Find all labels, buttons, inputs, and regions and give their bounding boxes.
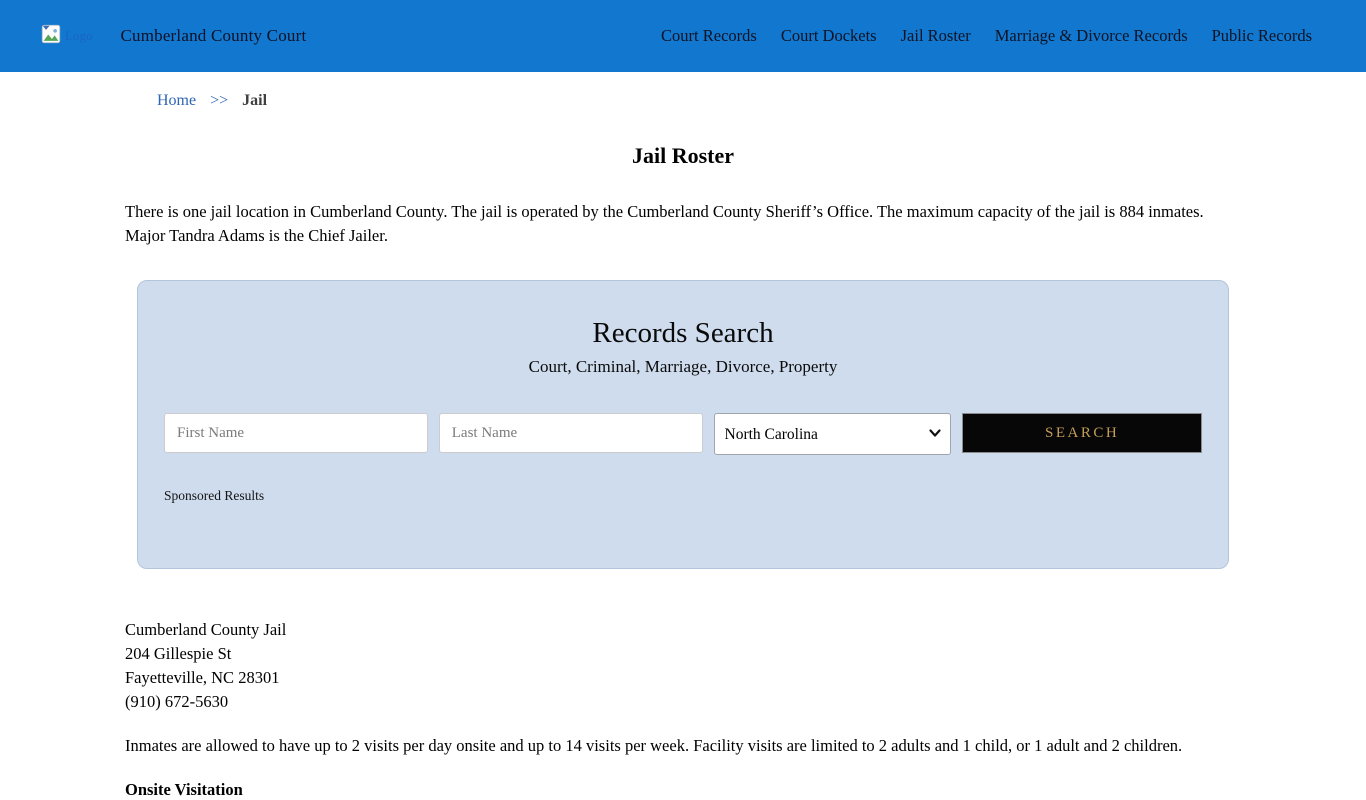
records-search-title: Records Search	[592, 317, 774, 349]
jail-city-state-zip: Fayetteville, NC 28301	[125, 668, 280, 687]
search-button[interactable]: SEARCH	[962, 413, 1202, 453]
state-select[interactable]: North Carolina	[713, 413, 952, 455]
site-header: Logo Cumberland County Court Court Recor…	[0, 0, 1366, 72]
nav-public-records[interactable]: Public Records	[1212, 26, 1312, 45]
search-form-row: North Carolina SEARCH	[138, 413, 1228, 455]
jail-street: 204 Gillespie St	[125, 644, 232, 663]
last-name-input[interactable]	[438, 413, 703, 453]
site-logo[interactable]: Logo	[40, 23, 92, 50]
nav-court-records[interactable]: Court Records	[661, 26, 757, 45]
broken-image-icon	[40, 23, 62, 50]
intro-paragraph: There is one jail location in Cumberland…	[125, 202, 1204, 245]
nav-marriage-divorce-records[interactable]: Marriage & Divorce Records	[995, 26, 1188, 45]
visits-paragraph: Inmates are allowed to have up to 2 visi…	[125, 736, 1183, 755]
onsite-visitation-heading: Onsite Visitation	[125, 780, 243, 799]
records-search-subtitle: Court, Criminal, Marriage, Divorce, Prop…	[528, 357, 838, 376]
state-select-wrap: North Carolina	[713, 413, 952, 455]
jail-phone: (910) 672-5630	[125, 692, 229, 711]
breadcrumb-separator: >>	[210, 92, 229, 109]
breadcrumb-home-link[interactable]: Home	[157, 92, 196, 109]
logo-alt-text: Logo	[65, 28, 93, 43]
nav-court-dockets[interactable]: Court Dockets	[781, 26, 877, 45]
sponsored-results-label: Sponsored Results	[164, 488, 265, 503]
page-title: Jail Roster	[631, 143, 735, 168]
nav-jail-roster[interactable]: Jail Roster	[901, 26, 971, 45]
jail-name: Cumberland County Jail	[125, 620, 287, 639]
first-name-input[interactable]	[164, 413, 428, 453]
records-search-panel: Records Search Court, Criminal, Marriage…	[137, 280, 1229, 569]
breadcrumb: Home >> Jail	[0, 72, 1366, 110]
site-title: Cumberland County Court	[120, 26, 307, 45]
breadcrumb-current: Jail	[242, 92, 268, 109]
main-nav: Court Records Court Dockets Jail Roster …	[661, 26, 1312, 46]
jail-address-block: Cumberland County Jail 204 Gillespie St …	[125, 618, 1238, 714]
